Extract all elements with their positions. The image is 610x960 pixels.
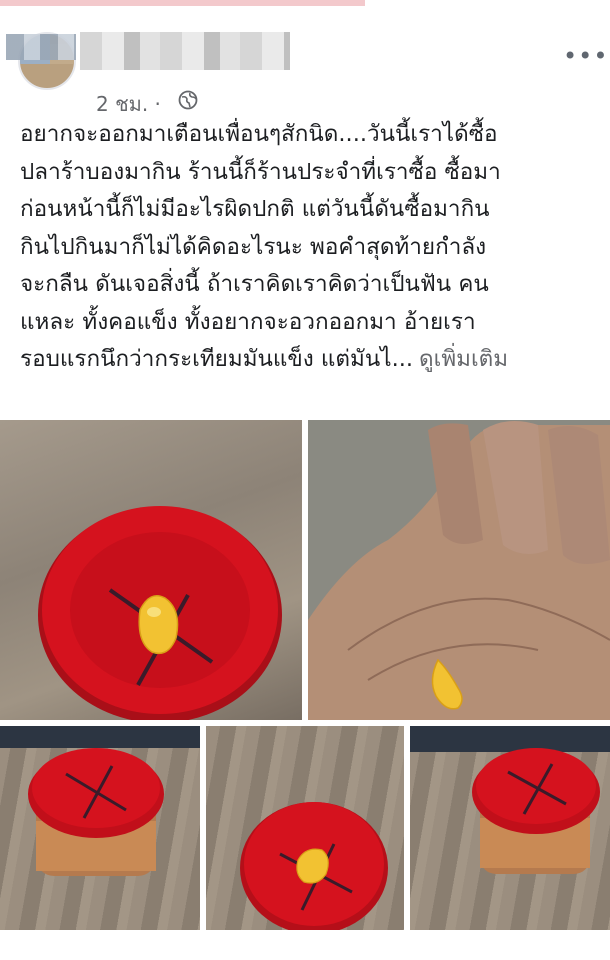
photo-grid (0, 420, 610, 930)
red-jar-photo-2[interactable] (410, 726, 610, 930)
post-text-line: ก่อนหน้านี้ก็ไม่มีอะไรผิดปกติ แต่วันนี้ด… (20, 196, 490, 222)
blurred-avatar-overlay (6, 34, 76, 60)
post-text-truncated: รอบแรกนึกว่ากระเทียมมันแข็ง แต่มันไ... (20, 346, 414, 372)
palm-illustration (308, 420, 610, 720)
post-text: อยากจะออกมาเตือนเพื่อนๆสักนิด....วันนี้เ… (20, 116, 600, 379)
post-text-line: อยากจะออกมาเตือนเพื่อนๆสักนิด....วันนี้เ… (20, 121, 498, 147)
more-options-icon[interactable]: ••• (563, 42, 608, 70)
red-lid-illustration (38, 506, 282, 720)
post-text-last-line: รอบแรกนึกว่ากระเทียมมันแข็ง แต่มันไ... ดู… (20, 341, 600, 379)
tooth-on-palm-photo[interactable] (308, 420, 610, 720)
post-text-line: ปลาร้าบองมากิน ร้านนี้ก็ร้านประจำที่เราซ… (20, 158, 501, 185)
post-text-line: กินไปกินมาก็ไม่ได้คิดอะไรนะ พอคำสุดท้ายก… (20, 233, 487, 260)
post-header: 2 ชม. · ••• (0, 10, 610, 116)
top-strip (0, 0, 365, 6)
blurred-author-name[interactable] (80, 32, 290, 70)
red-jar-illustration-2 (410, 726, 610, 874)
see-more-link[interactable]: ดูเพิ่มเติม (419, 346, 508, 372)
tooth-on-red-lid-photo[interactable] (0, 420, 302, 720)
tooth-on-lid-photo-2[interactable] (206, 726, 404, 930)
small-lid-illustration (240, 802, 388, 930)
globe-icon (178, 90, 198, 110)
red-jar-photo-1[interactable] (0, 726, 200, 930)
post-text-line: แหละ ทั้งคอแข็ง ทั้งอยากจะอวกออกมา อ้ายเ… (20, 308, 476, 335)
bottom-spacer (0, 930, 610, 960)
red-jar-illustration (0, 726, 200, 876)
post-text-line: จะกลืน ดันเจอสิ่งนี้ ถ้าเราคิดเราคิดว่าเ… (20, 271, 489, 297)
